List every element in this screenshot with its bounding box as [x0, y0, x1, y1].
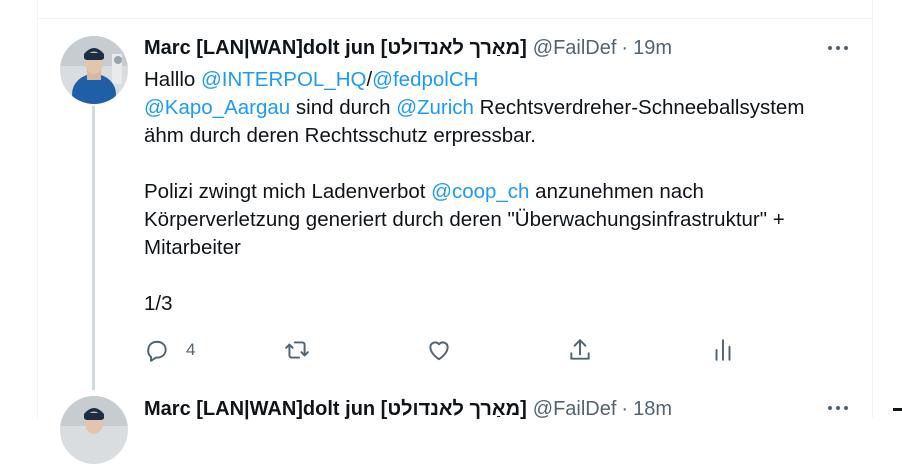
text: Rechtsverdreher-Schneeballsystem	[473, 96, 805, 119]
mention-link[interactable]: @INTERPOL_HQ	[201, 68, 366, 91]
avatar[interactable]	[60, 36, 128, 104]
thread-counter: 1/3	[144, 292, 173, 315]
mention-link[interactable]: @Zurich	[396, 96, 474, 119]
tweet-line: ähm durch deren Rechtsschutz erpressbar.	[144, 124, 536, 147]
tweet-header: Marc [LAN|WAN]dolt jun [מאַרך לאנדולט] @…	[144, 35, 672, 61]
author-handle[interactable]: @FailDef	[533, 396, 617, 422]
tweet-text: Halllo @INTERPOL_HQ/@fedpolCH @Kapo_Aarg…	[144, 66, 844, 318]
timestamp[interactable]: 18m	[633, 396, 672, 422]
tweet-line: Polizi zwingt mich Ladenverbot @coop_ch …	[144, 178, 844, 206]
author-name[interactable]: Marc [LAN|WAN]dolt jun [מאַרך לאנדולט]	[144, 35, 527, 61]
retweet-icon	[285, 341, 309, 359]
tweet-line: Körperverletzung generiert durch deren "…	[144, 208, 785, 231]
text: Halllo	[144, 68, 201, 91]
more-icon[interactable]	[824, 38, 852, 58]
analytics-button[interactable]	[710, 336, 736, 364]
share-button[interactable]	[567, 336, 593, 364]
reply-icon	[147, 340, 167, 362]
text: anzunehmen nach	[529, 180, 704, 203]
timeline-column: Marc [LAN|WAN]dolt jun [מאַרך לאנדולט] @…	[37, 0, 873, 464]
thread-connector-line	[92, 106, 95, 390]
analytics-icon	[715, 339, 731, 361]
text: sind durch	[290, 96, 397, 119]
separator-dot: ·	[621, 37, 629, 59]
mention-link[interactable]: @Kapo_Aargau	[144, 96, 290, 119]
share-icon	[570, 339, 590, 360]
more-icon[interactable]	[824, 398, 852, 418]
like-icon	[429, 341, 449, 361]
mention-link[interactable]: @coop_ch	[431, 180, 529, 203]
separator-dot: ·	[621, 398, 629, 420]
mention-link[interactable]: @fedpolCH	[372, 68, 478, 91]
author-handle[interactable]: @FailDef	[533, 35, 617, 61]
reply-button[interactable]: 4	[144, 336, 195, 364]
timestamp[interactable]: 19m	[633, 35, 672, 61]
avatar[interactable]	[60, 396, 128, 464]
page-edge-mark	[893, 408, 902, 411]
author-name[interactable]: Marc [LAN|WAN]dolt jun [מאַרך לאנדולט]	[144, 396, 527, 422]
tweet-line: @Kapo_Aargau sind durch @Zurich Rechtsve…	[144, 94, 844, 122]
retweet-button[interactable]	[284, 336, 310, 364]
reply-count: 4	[186, 340, 196, 359]
tweet-line: Mitarbeiter	[144, 236, 241, 259]
tweet-header: Marc [LAN|WAN]dolt jun [מאַרך לאנדולט] @…	[144, 396, 672, 422]
text: Polizi zwingt mich Ladenverbot	[144, 180, 432, 203]
previous-tweet-bottom	[38, 0, 872, 19]
like-button[interactable]	[426, 336, 452, 364]
tweet-line: Halllo @INTERPOL_HQ/@fedpolCH	[144, 66, 844, 94]
